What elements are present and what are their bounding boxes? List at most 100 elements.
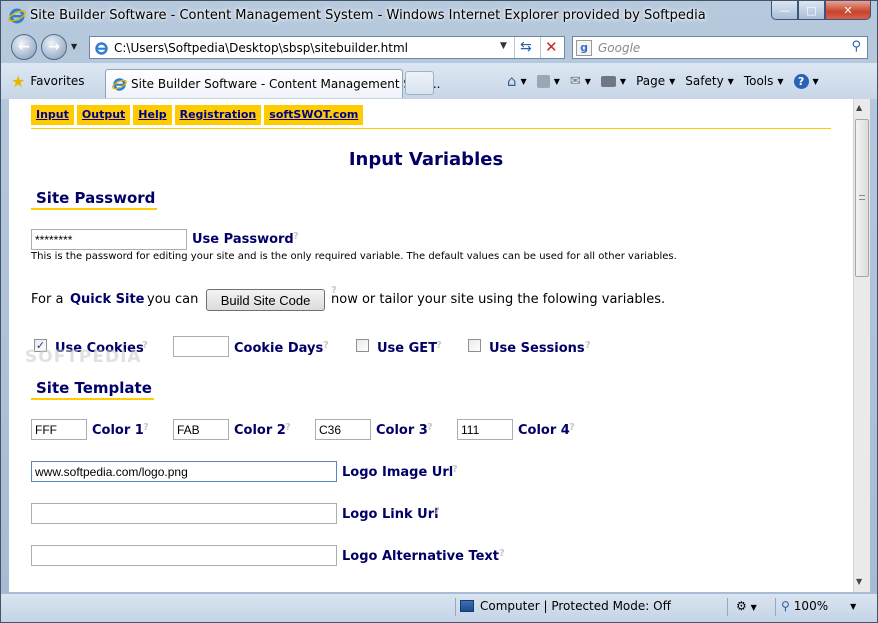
color-1-field[interactable]: FFF	[31, 419, 87, 440]
status-divider	[727, 598, 728, 616]
site-menu: Input Output Help Registration softSWOT.…	[31, 105, 364, 125]
favorites-button[interactable]: ★ Favorites	[11, 70, 85, 92]
forward-button[interactable]: →	[41, 34, 67, 60]
scroll-down-icon[interactable]: ▼	[856, 577, 862, 586]
safety-menu[interactable]: Safety ▼	[685, 74, 734, 88]
zoom-level: 100%	[793, 599, 829, 613]
print-button[interactable]: ▼	[600, 75, 626, 87]
feeds-button[interactable]: ▼	[536, 74, 560, 88]
title-bar: Site Builder Software - Content Manageme…	[1, 1, 877, 31]
page-icon	[112, 77, 127, 92]
search-box[interactable]: g Google ⚲	[572, 36, 868, 59]
quick-site-mid: you can	[147, 292, 199, 307]
color-3-field[interactable]: C36	[315, 419, 371, 440]
help-mark[interactable]: ?	[143, 422, 149, 433]
rss-icon	[536, 74, 550, 88]
color-2-field[interactable]: FAB	[173, 419, 229, 440]
maximize-button[interactable]: □	[798, 1, 825, 20]
help-mark[interactable]: ?	[285, 422, 291, 433]
help-menu[interactable]: ? ▼	[793, 73, 819, 89]
quick-site-prefix: For a	[31, 292, 64, 307]
scrollbar-thumb[interactable]	[855, 119, 869, 277]
google-icon: g	[576, 40, 592, 56]
back-button[interactable]: ←	[11, 34, 37, 60]
search-icon[interactable]: ⚲	[851, 39, 861, 54]
menu-input[interactable]: Input	[31, 105, 74, 125]
help-mark[interactable]: ?	[434, 506, 440, 517]
close-button[interactable]: ✕	[825, 1, 871, 20]
password-field[interactable]: ********	[31, 229, 187, 250]
help-mark[interactable]: ?	[569, 422, 575, 433]
logo-image-url-field[interactable]: www.softpedia.com/logo.png	[31, 461, 337, 482]
safety-menu-label: Safety	[685, 74, 724, 88]
site-password-heading: Site Password	[31, 189, 158, 210]
history-dropdown-icon[interactable]: ▼	[71, 42, 77, 51]
quick-site-suffix: now or tailor your site using the folowi…	[331, 292, 666, 307]
ie-logo-icon	[8, 7, 26, 25]
grip-icon	[859, 195, 865, 200]
cookie-days-field[interactable]	[173, 336, 229, 357]
help-mark[interactable]: ?	[427, 422, 433, 433]
minimize-button[interactable]: —	[771, 1, 798, 20]
use-password-label: Use Password	[192, 232, 294, 247]
zoom-control[interactable]: ⚲ 100% ▼	[781, 599, 856, 613]
menu-underline	[31, 128, 831, 129]
tab-title: Site Builder Software - Content Manageme…	[131, 77, 441, 91]
browser-window: Site Builder Software - Content Manageme…	[0, 0, 878, 623]
help-mark[interactable]: ?	[323, 340, 329, 351]
color-4-field[interactable]: 111	[457, 419, 513, 440]
page-icon	[94, 41, 109, 56]
password-note: This is the password for editing your si…	[31, 251, 677, 262]
address-row: ← → ▼ C:\Users\Softpedia\Desktop\sbsp\si…	[1, 31, 877, 63]
new-tab-button[interactable]	[405, 71, 434, 95]
scroll-up-icon[interactable]: ▲	[856, 103, 862, 112]
help-mark[interactable]: ?	[452, 464, 458, 475]
build-site-code-button[interactable]: Build Site Code	[206, 289, 325, 311]
help-icon: ?	[793, 73, 809, 89]
protected-mode-icon[interactable]: ⚙ ▼	[736, 599, 757, 613]
back-arrow-icon: ←	[18, 39, 30, 55]
help-mark[interactable]: ?	[499, 548, 505, 559]
vertical-scrollbar[interactable]: ▲ ▼	[853, 99, 870, 592]
quick-site-label: Quick Site	[70, 292, 145, 307]
menu-registration[interactable]: Registration	[174, 105, 262, 125]
cookie-days-label: Cookie Days	[234, 341, 324, 356]
use-sessions-checkbox[interactable]	[468, 339, 481, 352]
address-dropdown-icon[interactable]: ▼	[500, 41, 507, 51]
help-mark[interactable]: ?	[436, 340, 442, 351]
help-mark[interactable]: ?	[293, 231, 299, 242]
forward-arrow-icon: →	[48, 39, 60, 55]
stop-icon[interactable]: ✕	[545, 38, 558, 56]
help-mark[interactable]: ?	[585, 340, 591, 351]
tools-menu-label: Tools	[743, 74, 774, 88]
page-menu[interactable]: Page ▼	[636, 74, 675, 88]
address-divider	[514, 37, 515, 58]
computer-icon	[460, 600, 474, 612]
address-divider	[540, 37, 541, 58]
status-divider	[775, 598, 776, 616]
site-template-heading: Site Template	[31, 379, 154, 400]
search-input[interactable]: Google	[598, 41, 640, 55]
menu-output[interactable]: Output	[76, 105, 131, 125]
zoom-dropdown-icon[interactable]: ▼	[850, 602, 856, 611]
window-title: Site Builder Software - Content Manageme…	[30, 8, 706, 23]
menu-help[interactable]: Help	[133, 105, 172, 125]
home-button[interactable]: ⌂ ▼	[507, 72, 527, 90]
mail-button[interactable]: ✉ ▼	[570, 74, 591, 89]
mail-icon: ✉	[569, 73, 581, 89]
command-bar: ⌂ ▼ ▼ ✉ ▼ ▼ Page ▼ Safety ▼ Tools ▼ ? ▼	[507, 71, 829, 91]
refresh-icon[interactable]: ⇆	[520, 39, 532, 55]
logo-alt-text-field[interactable]	[31, 545, 337, 566]
address-bar[interactable]: C:\Users\Softpedia\Desktop\sbsp\sitebuil…	[89, 36, 565, 59]
use-get-checkbox[interactable]	[356, 339, 369, 352]
help-mark[interactable]: ?	[142, 340, 148, 351]
logo-link-url-field[interactable]	[31, 503, 337, 524]
tab-row: ★ Favorites Site Builder Software - Cont…	[1, 63, 877, 99]
logo-link-url-label: Logo Link Url	[342, 507, 439, 522]
address-url[interactable]: C:\Users\Softpedia\Desktop\sbsp\sitebuil…	[114, 41, 408, 55]
tools-menu[interactable]: Tools ▼	[744, 74, 784, 88]
logo-alt-text-label: Logo Alternative Text	[342, 549, 500, 564]
menu-softswot[interactable]: softSWOT.com	[264, 105, 364, 125]
tab-active[interactable]: Site Builder Software - Content Manageme…	[105, 69, 441, 98]
security-zone[interactable]: Computer | Protected Mode: Off	[460, 599, 671, 613]
